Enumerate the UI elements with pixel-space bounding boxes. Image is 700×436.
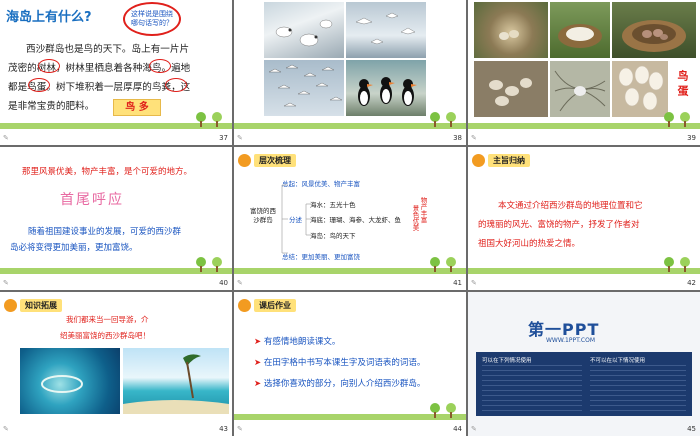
slide-icon: ✎ [471,425,477,433]
task-item: ➤ 在田字格中书写本课生字及词语表的词语。 [254,358,426,368]
badge-icon [238,298,251,312]
section-tag: 主旨归纳 [472,153,535,167]
slide-icon: ✎ [237,134,243,142]
seabird-photo-1 [264,2,344,58]
text-line-1: 那里风景优美，物产丰富，是个可爱的地方。 [22,167,193,177]
circle-mark-2 [149,59,171,73]
slide-icon: ✎ [471,279,477,287]
puffin-photo [346,60,426,116]
text-line-1: 我们都来当一回导游，介 [66,315,149,324]
slide-icon: ✎ [237,279,243,287]
tag-label: 鸟 蛋 [676,70,689,96]
task-list: ➤ 有感情地朗读课文。 ➤ 在田字格中书写本课生字及词语表的词语。 ➤ 选择你喜… [254,332,425,395]
slide-icon: ✎ [471,134,477,142]
slide-39[interactable]: 鸟 蛋 ✎ 39 [468,0,700,145]
side-label-2: 景色优美 [411,205,419,231]
egg-photo-1 [474,61,548,117]
text-line-2: 绍美丽富饶的西沙群岛吧！ [60,331,150,340]
slide-icon: ✎ [3,279,9,287]
slide-title: 海岛上有什么? [6,10,92,25]
text-line-3: 岛必将变得更加美丽，更加富饶。 [10,243,138,253]
slide-number: 43 [219,425,228,433]
slide-37[interactable]: 海岛上有什么? 这样说是围绕哪句话写的？ 西沙群岛也是鸟的天下。岛上有一片片 茂… [0,0,232,145]
slide-icon: ✎ [3,134,9,142]
slide-40[interactable]: 那里风景优美，物产丰富，是个可爱的地方。 首尾呼应 随着祖国建设事业的发展，可爱… [0,147,232,290]
egg-photo-2 [550,61,610,117]
section-tag: 知识拓展 [4,298,67,312]
circle-mark-4 [165,78,187,92]
body-text: 本文通过介绍西沙群岛的地理位置和它 的瑰丽的风光、富饶的物产，抒发了作者对 祖国… [478,201,643,249]
speech-bubble: 这样说是围绕哪句话写的？ [123,2,181,36]
slide-icon: ✎ [3,425,9,433]
egg-photo-3 [612,61,668,117]
tag-label: 鸟 多 [113,99,161,116]
cannot-use-title: 不可以在以下情况使用 [590,358,646,364]
nest-photo-2 [550,2,610,58]
slide-number: 38 [453,134,462,142]
task-item: ➤ 有感情地朗读课文。 [254,337,341,347]
split-label: 分述 [289,216,302,224]
text-line-2: 随着祖国建设事业的发展，可爱的西沙群 [28,227,182,237]
task-item: ➤ 选择你喜欢的部分，向别人介绍西沙群岛。 [254,379,426,389]
item-2: 海底：珊瑚、海参、大龙虾、鱼 [310,216,401,224]
slide-number: 37 [219,134,228,142]
slide-43[interactable]: 知识拓展 我们都来当一回导游，介 绍美丽富饶的西沙群岛吧！ ✎ 43 [0,292,232,436]
section-tag: 层次梳理 [238,153,301,167]
slide-38[interactable]: ✎ 38 [234,0,466,145]
badge-icon [472,153,485,167]
slide-number: 45 [687,425,696,433]
item-1: 海水：五光十色 [310,201,356,209]
slide-42[interactable]: 主旨归纳 本文通过介绍西沙群岛的地理位置和它 的瑰丽的风光、富饶的物产，抒发了作… [468,147,700,290]
seabird-photo-3 [264,60,344,116]
seabird-photo-2 [346,2,426,58]
beach-photo [123,348,229,414]
slide-number: 44 [453,425,462,433]
heading: 首尾呼应 [60,192,124,208]
url-text: WWW.1PPT.COM [546,337,596,344]
slide-number: 41 [453,279,462,287]
slide-45[interactable]: 第一PPT WWW.1PPT.COM 可以在下列情况使用 不可以在以下情况使用 … [468,292,700,436]
nest-photo-1 [474,2,548,58]
can-use-title: 可以在下列情况使用 [482,358,532,364]
nest-photo-3 [612,2,696,58]
root-label: 富饶的西沙群岛 [250,207,276,224]
slide-44[interactable]: 课后作业 ➤ 有感情地朗读课文。 ➤ 在田字格中书写本课生字及词语表的词语。 ➤… [234,292,466,436]
badge-icon [238,153,251,167]
summary-bottom: 总结：更加美丽、更加富饶 [282,253,360,261]
info-panel: 可以在下列情况使用 不可以在以下情况使用 [476,352,692,416]
slide-number: 40 [219,279,228,287]
circle-mark-3 [28,78,50,92]
circle-mark-1 [38,59,60,73]
badge-icon [4,298,17,312]
slide-number: 39 [687,134,696,142]
slide-41[interactable]: 层次梳理 总起：风景优美、物产丰富 富饶的西沙群岛 分述 海水：五光十色 海底：… [234,147,466,290]
slide-number: 42 [687,279,696,287]
item-3: 海岛：鸟的天下 [310,232,356,240]
section-tag: 课后作业 [238,298,301,312]
slide-icon: ✎ [237,425,243,433]
atoll-photo [20,348,120,414]
